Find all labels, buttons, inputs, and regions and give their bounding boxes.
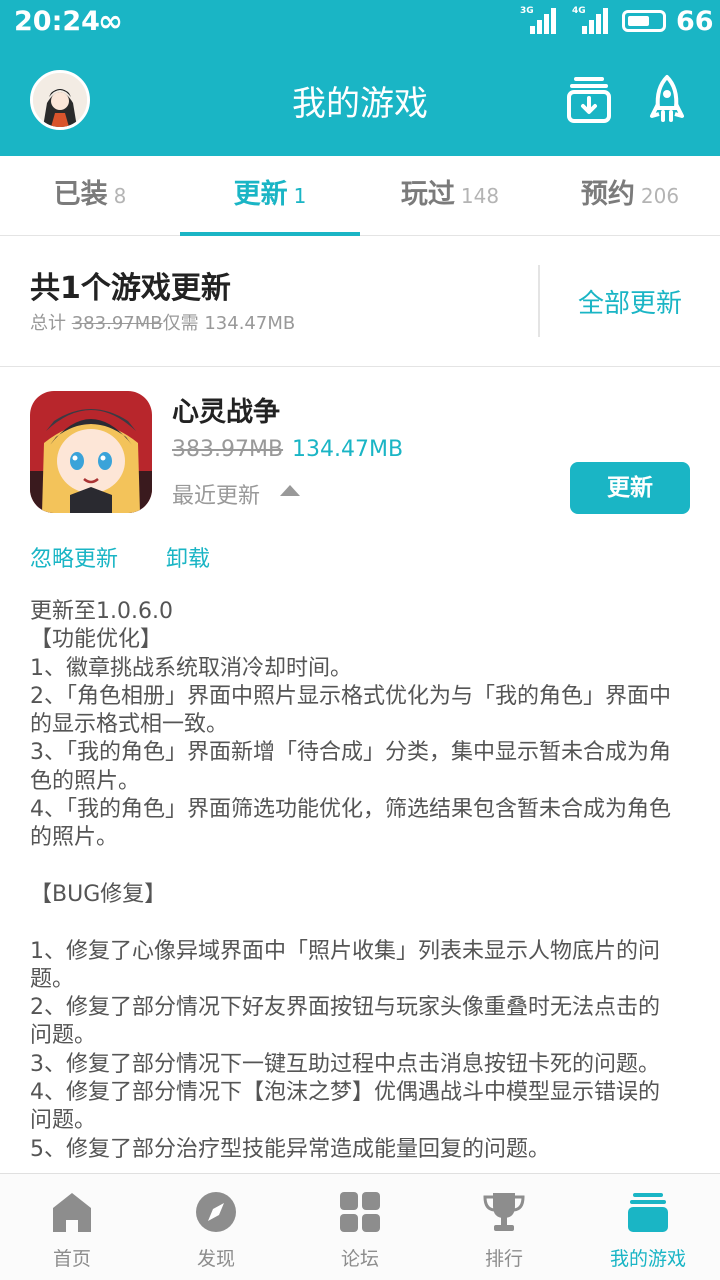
grid-icon — [340, 1192, 380, 1232]
download-box-icon[interactable] — [566, 74, 612, 124]
rocket-icon[interactable] — [644, 74, 690, 124]
nav-discover[interactable]: 发现 — [144, 1174, 288, 1280]
tab-installed[interactable]: 已装 8 — [0, 156, 180, 236]
update-all-button[interactable]: 全部更新 — [540, 283, 720, 320]
battery-fill — [628, 16, 649, 26]
recent-update-label[interactable]: 最近更新 — [172, 478, 260, 510]
signal-3g-label: 3G — [520, 6, 534, 16]
game-name: 心灵战争 — [172, 397, 280, 428]
tab-count: 206 — [640, 184, 680, 208]
signal-4g-label: 4G — [572, 6, 586, 16]
summary-prefix: 总计 — [30, 313, 66, 334]
sync-icon: ∞ — [98, 4, 123, 39]
game-icon[interactable] — [30, 391, 152, 513]
active-tab-indicator — [180, 232, 360, 236]
status-time: 20:24 — [14, 6, 100, 37]
tab-label: 玩过 — [400, 179, 455, 210]
battery-icon — [622, 10, 666, 32]
tab-label: 更新 — [233, 179, 288, 210]
stack-icon — [628, 1193, 668, 1232]
signal-3g-icon: 3G — [520, 6, 556, 34]
summary-original-size: 383.97MB — [71, 313, 163, 334]
nav-forum[interactable]: 论坛 — [288, 1174, 432, 1280]
nav-label: 论坛 — [340, 1248, 379, 1270]
tab-count: 148 — [460, 184, 500, 208]
summary-middle: 仅需 — [162, 313, 199, 334]
update-summary: 共1个游戏更新 总计 383.97MB仅需 134.47MB 全部更新 — [0, 237, 720, 367]
tab-played[interactable]: 玩过 148 — [360, 156, 540, 236]
nav-label: 首页 — [52, 1248, 91, 1270]
nav-home[interactable]: 首页 — [0, 1174, 144, 1280]
status-bar: 20:24 ∞ 3G 4G 66 — [0, 0, 720, 46]
trophy-icon — [483, 1193, 525, 1231]
summary-title: 共1个游戏更新 — [30, 271, 231, 306]
tab-label: 已装 — [53, 179, 108, 210]
nav-label: 发现 — [196, 1248, 235, 1270]
nav-label: 我的游戏 — [609, 1248, 686, 1270]
top-bar: 20:24 ∞ 3G 4G 66 我的游戏 — [0, 0, 720, 156]
battery-text: 66 — [676, 6, 714, 37]
bottom-nav: 首页 发现 论坛 排行 我的游戏 — [0, 1173, 720, 1280]
uninstall-link[interactable]: 卸载 — [166, 541, 210, 573]
tab-count: 1 — [293, 184, 307, 208]
update-button[interactable]: 更新 — [570, 462, 690, 514]
summary-new-size: 134.47MB — [204, 313, 296, 334]
home-icon — [53, 1193, 91, 1232]
game-new-size: 134.47MB — [292, 437, 404, 462]
update-notes: 更新至1.0.6.0 【功能优化】 1、徽章挑战系统取消冷却时间。 2、「角色相… — [30, 599, 671, 1162]
tab-count: 8 — [113, 184, 127, 208]
ignore-update-link[interactable]: 忽略更新 — [30, 541, 118, 573]
tab-reserved[interactable]: 预约 206 — [540, 156, 720, 236]
summary-size: 总计 383.97MB仅需 134.47MB — [30, 309, 295, 335]
compass-icon — [196, 1192, 236, 1232]
tab-updates[interactable]: 更新 1 — [180, 156, 360, 236]
nav-ranking[interactable]: 排行 — [432, 1174, 576, 1280]
tab-bar: 已装 8 更新 1 玩过 148 预约 206 — [0, 156, 720, 236]
tab-label: 预约 — [580, 179, 635, 210]
chevron-up-icon[interactable] — [280, 485, 300, 496]
game-original-size: 383.97MB — [172, 437, 284, 462]
nav-label: 排行 — [484, 1248, 523, 1270]
signal-4g-icon: 4G — [572, 6, 608, 34]
nav-my-games[interactable]: 我的游戏 — [576, 1174, 720, 1280]
page-title: 我的游戏 — [292, 84, 428, 124]
